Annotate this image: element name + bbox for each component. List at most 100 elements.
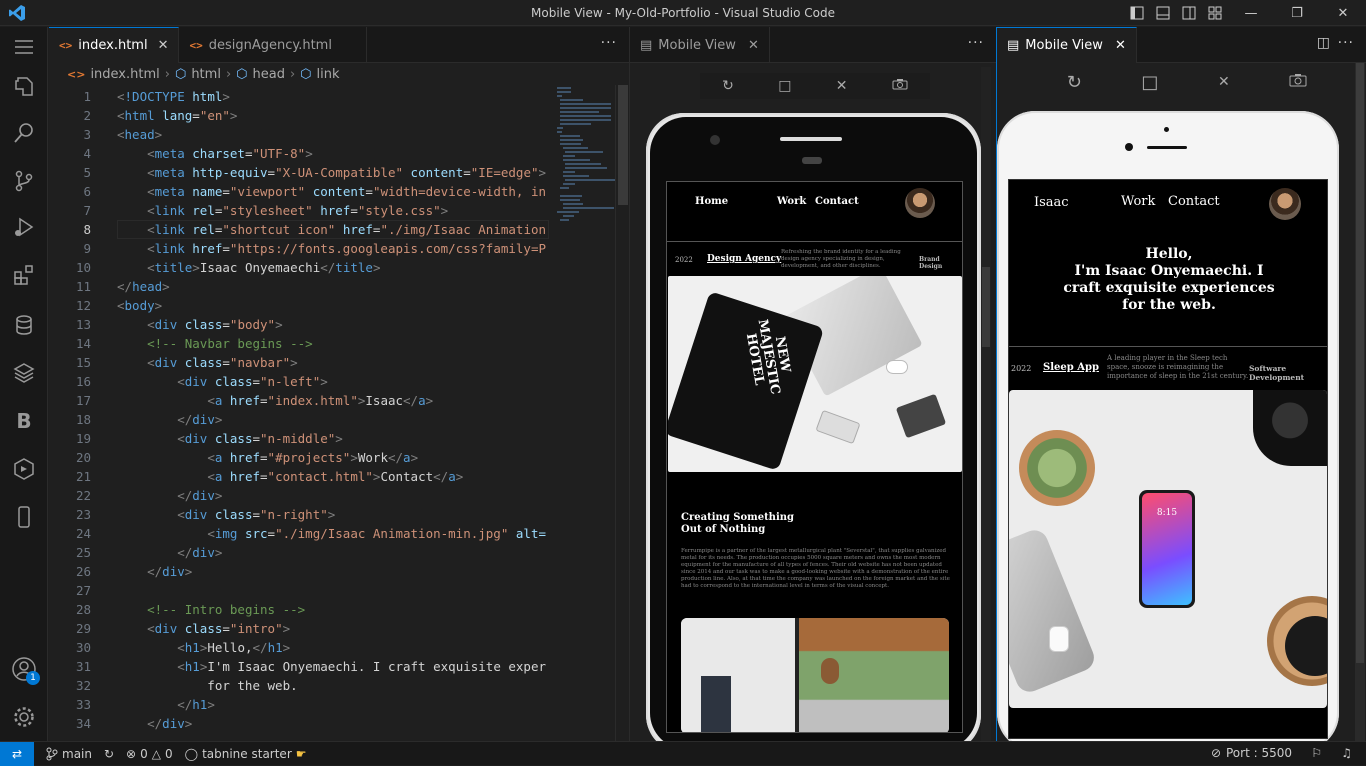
run-debug-icon[interactable]	[0, 207, 48, 247]
mobile-icon[interactable]	[0, 497, 48, 537]
close-window-icon[interactable]: ✕	[1320, 0, 1366, 26]
branch-indicator[interactable]: main	[46, 747, 92, 761]
code-line[interactable]: <div class="body">	[117, 315, 283, 334]
extensions-icon[interactable]	[0, 255, 48, 295]
code-line[interactable]: <a href="#projects">Work</a>	[117, 448, 418, 467]
project-name-link[interactable]: Design Agency	[707, 254, 781, 264]
sync-icon[interactable]: ↻	[104, 747, 114, 761]
close-tab-icon[interactable]: ✕	[158, 38, 169, 53]
code-line[interactable]: <div class="navbar">	[117, 353, 298, 372]
code-line[interactable]: <html lang="en">	[117, 106, 237, 125]
code-line[interactable]: <meta charset="UTF-8">	[117, 144, 313, 163]
refresh-icon[interactable]: ↻	[1067, 72, 1082, 93]
toggle-secondary-sidebar-icon[interactable]	[1176, 0, 1202, 26]
customize-layout-icon[interactable]	[1202, 0, 1228, 26]
nav-work-link[interactable]: Work	[777, 196, 806, 207]
tabnine-indicator[interactable]: ◯ tabnine starter ☛	[185, 747, 307, 761]
source-control-icon[interactable]	[0, 161, 48, 201]
more-actions-icon[interactable]: ···	[968, 35, 984, 51]
explorer-icon[interactable]	[0, 67, 48, 107]
project-image[interactable]: NEW MAJESTIC HOTEL	[668, 276, 962, 472]
code-line[interactable]: <h1>I'm Isaac Onyemaechi. I craft exquis…	[117, 657, 546, 676]
minimize-icon[interactable]: —	[1228, 0, 1274, 26]
phone-screen-2[interactable]: Isaac Work Contact Hello, I'm Isaac Onyem…	[1008, 179, 1328, 739]
code-line[interactable]: </div>	[117, 562, 192, 581]
code-line[interactable]: <div class="n-right">	[117, 505, 335, 524]
code-line[interactable]: <img src="./img/Isaac Animation-min.jpg"…	[117, 524, 546, 543]
code-line[interactable]: <!-- Intro begins -->	[117, 600, 305, 619]
code-line[interactable]: <body>	[117, 296, 162, 315]
camera-icon[interactable]	[1289, 73, 1307, 91]
breadcrumb-item[interactable]: link	[317, 67, 340, 82]
breadcrumb-item[interactable]: index.html	[90, 67, 159, 82]
editor-scrollbar[interactable]	[615, 85, 629, 741]
tab-mobile-view-2[interactable]: ▤ Mobile View ✕	[997, 27, 1137, 63]
live-server-port[interactable]: ⊘ Port : 5500	[1211, 746, 1292, 760]
close-icon[interactable]: ✕	[836, 78, 848, 94]
close-tab-icon[interactable]: ✕	[1115, 38, 1126, 53]
square-icon[interactable]: □	[1141, 72, 1158, 93]
breadcrumb-item[interactable]: head	[253, 67, 285, 82]
feedback-icon[interactable]: ⚐	[1311, 746, 1322, 760]
code-line[interactable]: </head>	[117, 277, 170, 296]
panel-scrollbar[interactable]	[1355, 63, 1365, 741]
layers-icon[interactable]	[0, 353, 48, 393]
code-line[interactable]: </div>	[117, 714, 192, 733]
code-line[interactable]: <a href="contact.html">Contact</a>	[117, 467, 463, 486]
tab-design-agency-html[interactable]: <> designAgency.html	[179, 27, 367, 63]
more-actions-icon[interactable]: ···	[1338, 35, 1354, 51]
code-line[interactable]: <link href="https://fonts.googleapis.com…	[117, 239, 546, 258]
remote-explorer-icon[interactable]	[0, 449, 48, 489]
phone-screen-1[interactable]: Home Work Contact 2022 Design Agency Ref…	[666, 181, 963, 733]
code-area[interactable]: 1 <!DOCTYPE html> 2 <html lang="en"> 3 <head>…	[49, 85, 549, 741]
toggle-primary-sidebar-icon[interactable]	[1124, 0, 1150, 26]
code-line[interactable]: <!DOCTYPE html>	[117, 87, 230, 106]
code-line[interactable]: <head>	[117, 125, 162, 144]
nav-contact-link[interactable]: Contact	[815, 196, 859, 207]
more-actions-icon[interactable]: ···	[601, 35, 617, 51]
gear-icon[interactable]	[0, 697, 48, 737]
nav-home-link[interactable]: Home	[695, 196, 728, 207]
code-line[interactable]: </div>	[117, 543, 222, 562]
breadcrumb-item[interactable]: html	[191, 67, 221, 82]
code-line[interactable]: <link rel="shortcut icon" href="./img/Is…	[117, 220, 546, 239]
code-line[interactable]: <!-- Navbar begins -->	[117, 334, 313, 353]
second-project-image[interactable]	[681, 618, 949, 732]
code-line[interactable]: <div class="intro">	[117, 619, 290, 638]
restore-icon[interactable]: ❐	[1274, 0, 1320, 26]
problems-indicator[interactable]: ⊗ 0 △ 0	[126, 747, 173, 761]
code-line[interactable]: for the web.	[117, 676, 297, 695]
refresh-icon[interactable]: ↻	[722, 78, 734, 94]
project-image[interactable]: 8:15	[1009, 390, 1327, 708]
tab-index-html[interactable]: <> index.html ✕	[49, 27, 180, 63]
code-line[interactable]: <meta http-equiv="X-UA-Compatible" conte…	[117, 163, 546, 182]
code-line[interactable]: <div class="n-left">	[117, 372, 328, 391]
code-line[interactable]: <div class="n-middle">	[117, 429, 343, 448]
tab-mobile-view-1[interactable]: ▤ Mobile View ✕	[630, 27, 770, 63]
project-name-link[interactable]: Sleep App	[1043, 362, 1099, 373]
minimap[interactable]	[557, 85, 617, 295]
code-line[interactable]: <title>Isaac Onyemaechi</title>	[117, 258, 380, 277]
toggle-panel-icon[interactable]	[1150, 0, 1176, 26]
nav-home-link[interactable]: Isaac	[1034, 195, 1069, 210]
nav-work-link[interactable]: Work	[1121, 194, 1155, 209]
database-icon[interactable]	[0, 305, 48, 345]
nav-contact-link[interactable]: Contact	[1168, 194, 1220, 209]
code-line[interactable]: </div>	[117, 486, 222, 505]
code-line[interactable]: </div>	[117, 410, 222, 429]
bootstrap-icon[interactable]: B	[0, 401, 48, 441]
menu-icon[interactable]	[0, 27, 48, 67]
code-line[interactable]: <a href="index.html">Isaac</a>	[117, 391, 433, 410]
notifications-icon[interactable]: ♫	[1341, 746, 1352, 760]
square-icon[interactable]: □	[778, 78, 791, 94]
code-line[interactable]: <h1>Hello,</h1>	[117, 638, 290, 657]
scrollbar-thumb[interactable]	[618, 85, 628, 205]
code-line[interactable]: </h1>	[117, 695, 215, 714]
search-icon[interactable]	[0, 113, 48, 153]
panel-scrollbar[interactable]	[981, 67, 991, 741]
split-editor-icon[interactable]: ◫	[1317, 35, 1330, 51]
code-line[interactable]: <link rel="stylesheet" href="style.css">	[117, 201, 448, 220]
code-line[interactable]: <meta name="viewport" content="width=dev…	[117, 182, 546, 201]
close-tab-icon[interactable]: ✕	[748, 38, 759, 53]
account-icon[interactable]: 1	[0, 649, 48, 689]
